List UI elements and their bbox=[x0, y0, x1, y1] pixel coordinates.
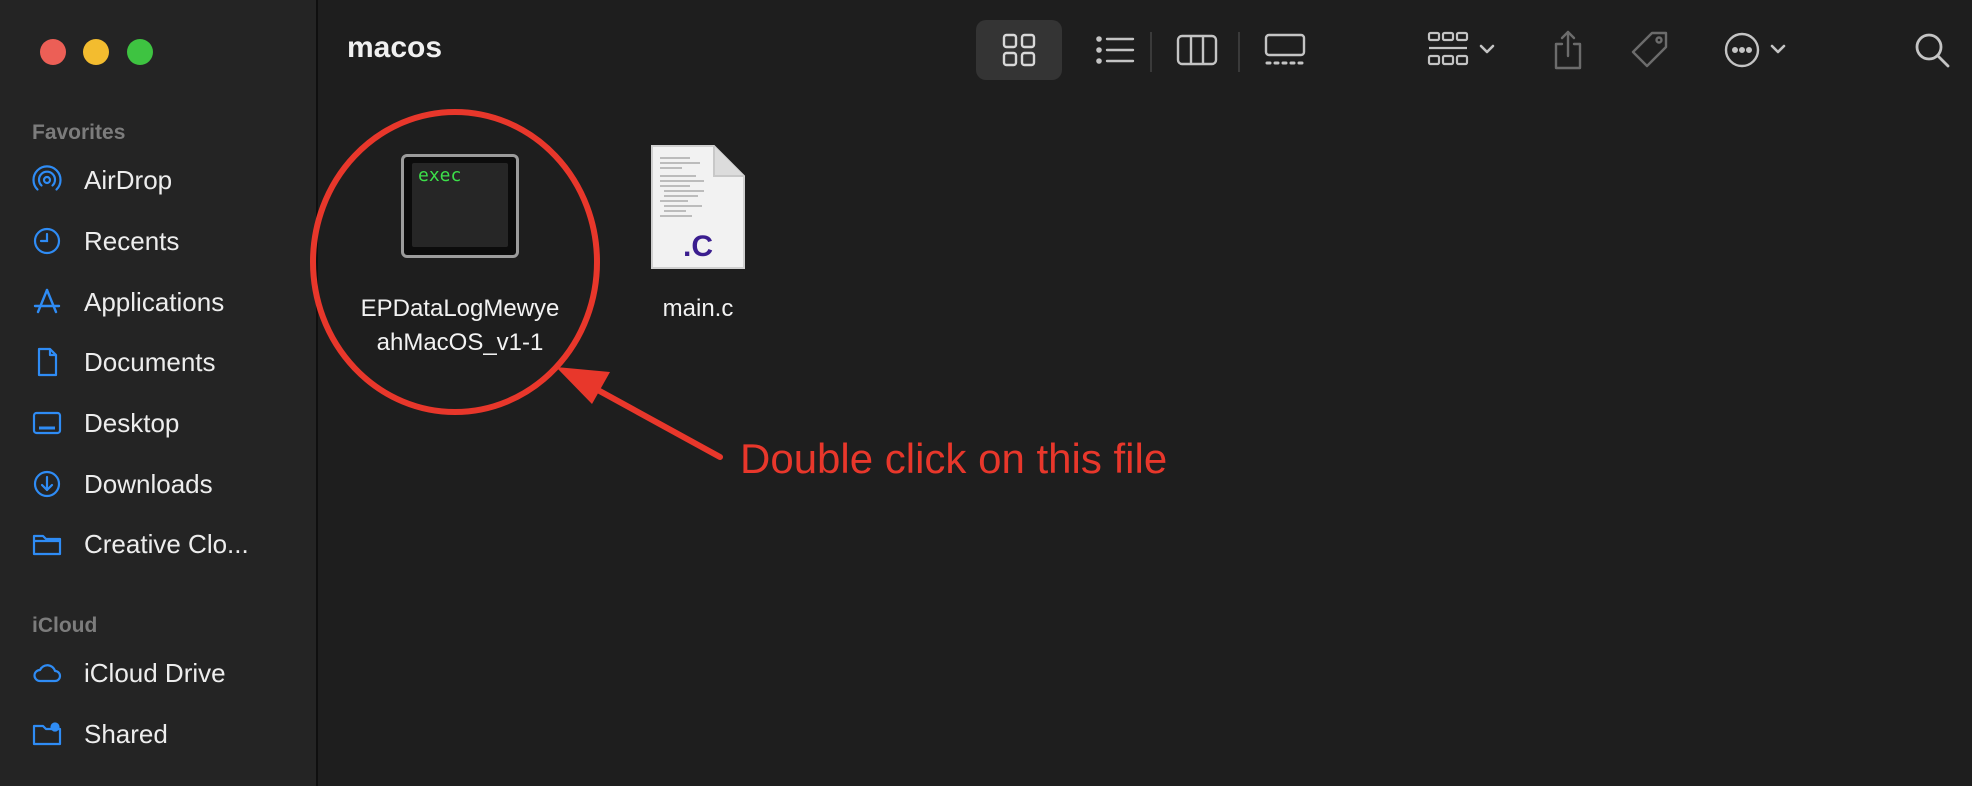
annotation-arrow-head bbox=[556, 367, 610, 404]
finder-window: Favorites AirDrop Recents Applications D… bbox=[0, 0, 1972, 786]
annotation-circle bbox=[310, 109, 600, 415]
annotation-text: Double click on this file bbox=[740, 435, 1168, 482]
annotation-overlay bbox=[310, 109, 723, 460]
annotation-arrow-shaft bbox=[582, 380, 723, 460]
